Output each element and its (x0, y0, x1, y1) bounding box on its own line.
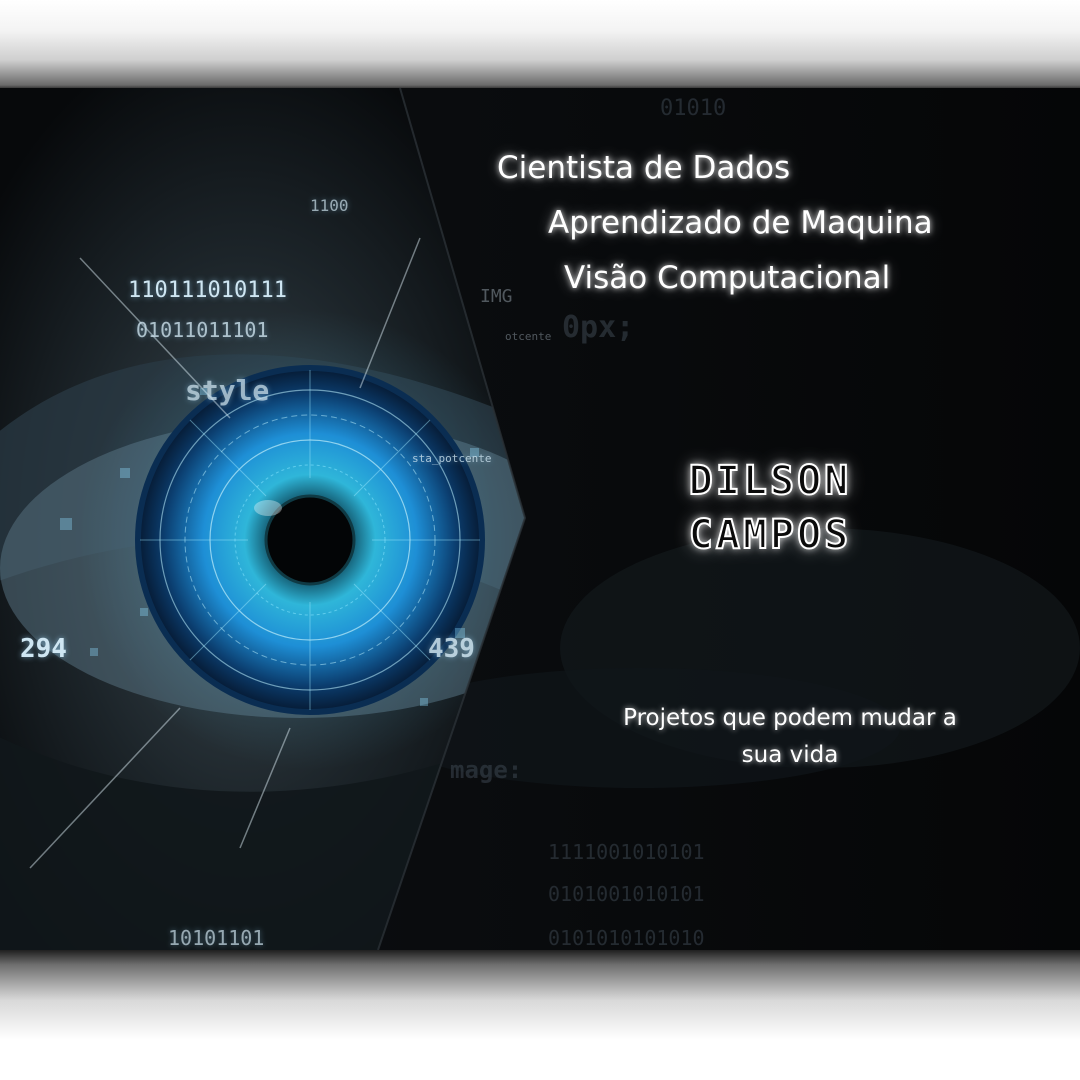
name-first: DILSON (688, 457, 852, 505)
tagline-computer-vision: Visão Computacional (564, 260, 891, 296)
subtitle: Projetos que podem mudar a sua vida (580, 700, 1000, 774)
page: 01010 IMG 0px; otcente mage: 11110010101… (0, 0, 1080, 1080)
eye-bottom-binary: 10101101 (168, 926, 265, 950)
eye-sta-text: sta_potcente (412, 452, 492, 465)
bg-px-text: 0px; (562, 310, 635, 345)
subtitle-line-1: Projetos que podem mudar a (623, 705, 957, 731)
eye-top-binary: 1100 (310, 196, 349, 215)
banner: 01010 IMG 0px; otcente mage: 11110010101… (0, 88, 1080, 950)
tagline-machine-learning: Aprendizado de Maquina (548, 205, 933, 241)
name-last: CAMPOS (688, 511, 852, 559)
eye-binary-1: 110111010111 (128, 278, 287, 303)
eye-binary-2: 01011011101 (136, 318, 269, 342)
eye-num-2: 439 (428, 634, 475, 664)
bg-img-text: IMG (480, 286, 513, 307)
bg-binary-lower-3: 0101010101010 (548, 926, 705, 950)
bg-binary-top: 01010 (660, 96, 727, 121)
eye-style-text: style (185, 374, 270, 407)
bg-image-text: mage: (450, 756, 523, 784)
subtitle-line-2: sua vida (741, 742, 839, 768)
bg-binary-lower-2: 0101001010101 (548, 882, 705, 906)
tagline-data-scientist: Cientista de Dados (497, 150, 791, 186)
eye-num-1: 294 (20, 634, 67, 664)
bg-binary-lower-1: 1111001010101 (548, 840, 705, 864)
bg-potcente-text: otcente (505, 330, 552, 343)
